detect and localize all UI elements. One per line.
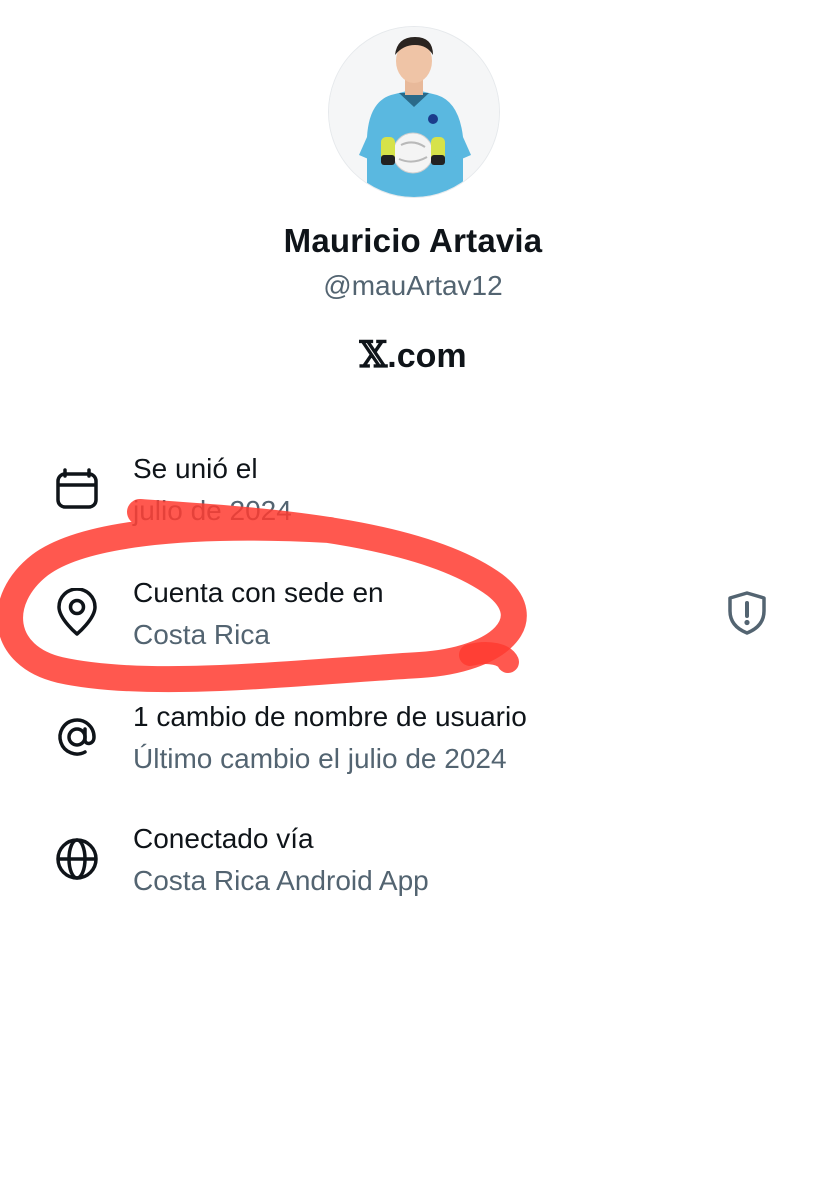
joined-label: Se unió el [133, 453, 258, 484]
connected-via-label: Conectado vía [133, 823, 314, 854]
brand-domain-suffix: .com [387, 337, 467, 375]
shield-alert-icon[interactable] [724, 590, 770, 636]
location-value: Costa Rica [133, 619, 270, 650]
display-name: Mauricio Artavia [283, 222, 543, 259]
x-logo-icon: 𝕏 [359, 334, 388, 376]
username-last-change: Último cambio el julio de 2024 [133, 743, 507, 774]
globe-icon [56, 838, 98, 880]
info-row-joined: Se unió el julio de 2024 [0, 452, 826, 542]
username-changes-label: 1 cambio de nombre de usuario [133, 701, 527, 732]
calendar-icon [56, 468, 98, 509]
joined-date: julio de 2024 [133, 495, 292, 526]
username-handle[interactable]: @mauArtav12 [0, 270, 826, 302]
connected-via-value: Costa Rica Android App [133, 865, 429, 896]
profile-avatar[interactable] [328, 26, 500, 198]
info-row-username-changes: 1 cambio de nombre de usuario Último cam… [0, 700, 826, 790]
location-pin-icon [57, 588, 97, 636]
brand-domain: 𝕏.com [0, 334, 826, 376]
location-label: Cuenta con sede en [133, 577, 384, 608]
info-row-location: Cuenta con sede en Costa Rica [0, 576, 826, 666]
info-row-connected-via: Conectado vía Costa Rica Android App [0, 822, 826, 912]
avatar-photo [329, 27, 499, 197]
at-sign-icon [58, 718, 96, 756]
